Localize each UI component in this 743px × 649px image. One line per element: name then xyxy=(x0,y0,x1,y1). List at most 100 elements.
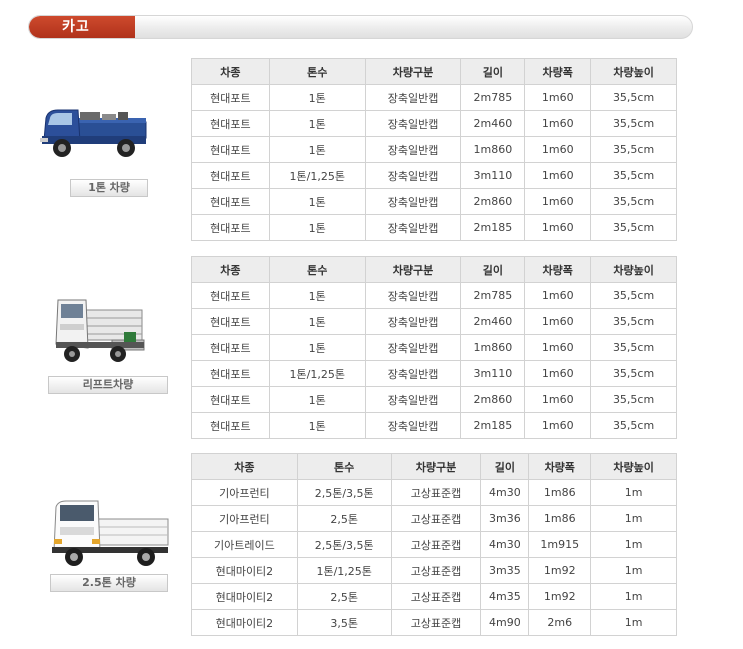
table-cell: 2m785 xyxy=(460,84,526,111)
table-cell: 1m60 xyxy=(524,412,592,439)
table-cell: 1톤 xyxy=(268,308,366,335)
column-header: 차량구분 xyxy=(364,256,462,283)
table-cell: 현대포트 xyxy=(191,386,270,413)
table-cell: 기아프런티 xyxy=(191,505,298,532)
table-header-row: 차종 톤수 차량구분 길이 차량폭 차량높이 xyxy=(191,256,677,283)
table-cell: 장축일반캡 xyxy=(364,188,462,215)
table-row: 현대마이티2 1톤/1,25톤 고상표준캡 3m35 1m92 1m xyxy=(191,557,677,584)
column-header: 차종 xyxy=(191,453,298,480)
table-cell: 현대마이티2 xyxy=(191,557,298,584)
column-header: 길이 xyxy=(480,453,530,480)
table-cell: 장축일반캡 xyxy=(364,386,462,413)
table-cell: 35,5cm xyxy=(590,282,677,309)
spec-table-2-5ton: 차종 톤수 차량구분 길이 차량폭 차량높이 기아프런티 2,5톤/3,5톤 고… xyxy=(191,453,677,636)
table-cell: 1m xyxy=(590,505,677,532)
table-row: 현대포트 1톤 장축일반캡 2m785 1m60 35,5cm xyxy=(191,84,677,111)
table-cell: 4m30 xyxy=(480,531,530,558)
table-row: 현대포트 1톤 장축일반캡 2m785 1m60 35,5cm xyxy=(191,282,677,309)
table-cell: 1톤 xyxy=(268,412,366,439)
table-cell: 1m xyxy=(590,609,677,636)
table-cell: 1m60 xyxy=(524,386,592,413)
column-header: 길이 xyxy=(460,256,526,283)
table-row: 현대마이티2 3,5톤 고상표준캡 4m90 2m6 1m xyxy=(191,609,677,636)
table-cell: 장축일반캡 xyxy=(364,84,462,111)
table-cell: 현대포트 xyxy=(191,136,270,163)
table-cell: 장축일반캡 xyxy=(364,214,462,241)
table-row: 현대포트 1톤 장축일반캡 2m860 1m60 35,5cm xyxy=(191,188,677,215)
table-cell: 1m860 xyxy=(460,334,526,361)
table-cell: 1m92 xyxy=(528,557,592,584)
table-cell: 2m460 xyxy=(460,308,526,335)
table-cell: 1m60 xyxy=(524,162,592,189)
column-header: 톤수 xyxy=(296,453,392,480)
table-row: 기아프런티 2,5톤 고상표준캡 3m36 1m86 1m xyxy=(191,505,677,532)
column-header: 차량높이 xyxy=(590,58,677,85)
table-cell: 1m86 xyxy=(528,505,592,532)
table-cell: 현대마이티2 xyxy=(191,609,298,636)
table-cell: 2m460 xyxy=(460,110,526,137)
table-cell: 1톤 xyxy=(268,282,366,309)
table-cell: 3,5톤 xyxy=(296,609,392,636)
table-cell: 고상표준캡 xyxy=(390,479,482,506)
table-row: 현대포트 1톤 장축일반캡 2m460 1m60 35,5cm xyxy=(191,308,677,335)
table-cell: 2,5톤 xyxy=(296,505,392,532)
table-cell: 현대포트 xyxy=(191,282,270,309)
table-cell: 1m xyxy=(590,479,677,506)
table-cell: 1m915 xyxy=(528,531,592,558)
table-cell: 장축일반캡 xyxy=(364,334,462,361)
table-cell: 3m110 xyxy=(460,162,526,189)
table-cell: 1m60 xyxy=(524,84,592,111)
column-header: 차량폭 xyxy=(524,256,592,283)
table-cell: 고상표준캡 xyxy=(390,531,482,558)
table-cell: 35,5cm xyxy=(590,110,677,137)
table-cell: 현대포트 xyxy=(191,360,270,387)
section-title: 카고 xyxy=(29,16,135,38)
table-cell: 현대포트 xyxy=(191,214,270,241)
truck-2-5ton-image xyxy=(48,493,172,571)
table-cell: 1톤/1,25톤 xyxy=(296,557,392,584)
spec-table-lift: 차종 톤수 차량구분 길이 차량폭 차량높이 현대포트 1톤 장축일반캡 2m7… xyxy=(191,256,677,439)
table-cell: 2m785 xyxy=(460,282,526,309)
table-cell: 1m60 xyxy=(524,214,592,241)
table-row: 현대포트 1톤 장축일반캡 2m460 1m60 35,5cm xyxy=(191,110,677,137)
table-cell: 고상표준캡 xyxy=(390,505,482,532)
table-cell: 1m86 xyxy=(528,479,592,506)
column-header: 차량구분 xyxy=(364,58,462,85)
table-cell: 1톤 xyxy=(268,84,366,111)
table-cell: 현대포트 xyxy=(191,84,270,111)
table-cell: 현대포트 xyxy=(191,412,270,439)
table-row: 현대포트 1톤 장축일반캡 2m860 1m60 35,5cm xyxy=(191,386,677,413)
table-row: 기아트레이드 2,5톤/3,5톤 고상표준캡 4m30 1m915 1m xyxy=(191,531,677,558)
table-row: 현대포트 1톤 장축일반캡 2m185 1m60 35,5cm xyxy=(191,412,677,439)
table-cell: 3m110 xyxy=(460,360,526,387)
table-cell: 1m60 xyxy=(524,188,592,215)
table-cell: 1m xyxy=(590,583,677,610)
column-header: 차량높이 xyxy=(590,453,677,480)
column-header: 차종 xyxy=(191,58,270,85)
table-cell: 1톤/1,25톤 xyxy=(268,360,366,387)
column-header: 톤수 xyxy=(268,256,366,283)
table-cell: 1톤 xyxy=(268,386,366,413)
table-cell: 현대포트 xyxy=(191,334,270,361)
table-cell: 3m35 xyxy=(480,557,530,584)
table-cell: 35,5cm xyxy=(590,162,677,189)
table-cell: 1m60 xyxy=(524,308,592,335)
table-cell: 2m185 xyxy=(460,214,526,241)
table-cell: 기아트레이드 xyxy=(191,531,298,558)
table-cell: 35,5cm xyxy=(590,188,677,215)
table-cell: 1톤 xyxy=(268,188,366,215)
table-header-row: 차종 톤수 차량구분 길이 차량폭 차량높이 xyxy=(191,453,677,480)
table-cell: 현대포트 xyxy=(191,162,270,189)
table-cell: 35,5cm xyxy=(590,386,677,413)
table-cell: 고상표준캡 xyxy=(390,583,482,610)
truck-1ton-caption: 1톤 차량 xyxy=(70,179,148,197)
table-cell: 현대포트 xyxy=(191,188,270,215)
column-header: 차량폭 xyxy=(524,58,592,85)
column-header: 차종 xyxy=(191,256,270,283)
table-cell: 장축일반캡 xyxy=(364,282,462,309)
table-cell: 4m35 xyxy=(480,583,530,610)
table-cell: 장축일반캡 xyxy=(364,162,462,189)
table-header-row: 차종 톤수 차량구분 길이 차량폭 차량높이 xyxy=(191,58,677,85)
lift-truck-caption: 리프트차량 xyxy=(48,376,168,394)
column-header: 길이 xyxy=(460,58,526,85)
